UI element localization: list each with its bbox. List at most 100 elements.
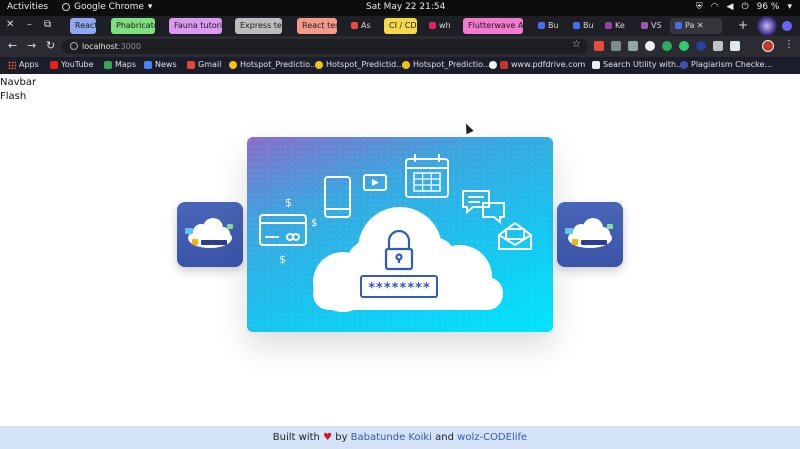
tab-vs[interactable]: VS bbox=[636, 18, 666, 34]
forward-arrow-icon[interactable]: → bbox=[27, 39, 36, 52]
restore-window-icon[interactable]: ⧉ bbox=[44, 19, 51, 30]
site-icon bbox=[351, 22, 358, 29]
tab-as[interactable]: As bbox=[346, 18, 376, 34]
profile-avatar[interactable] bbox=[762, 40, 774, 52]
vue-extension-icon[interactable] bbox=[628, 41, 638, 51]
app-menu[interactable]: Google Chrome ▾ bbox=[62, 2, 152, 12]
bookmark-label: www.pdfdrive.com bbox=[511, 60, 586, 69]
site-icon bbox=[605, 22, 612, 29]
extension-icon[interactable] bbox=[679, 41, 689, 51]
new-tab-plus-icon[interactable]: + bbox=[738, 18, 748, 32]
site-info-icon[interactable] bbox=[70, 42, 78, 50]
bookmark-label: Gmail bbox=[198, 60, 222, 69]
extensions-area bbox=[594, 41, 740, 51]
smiley-icon bbox=[229, 60, 237, 69]
tab-label: Pa bbox=[685, 21, 695, 30]
record-extension-icon[interactable] bbox=[645, 41, 655, 51]
kebab-menu-icon[interactable]: ⋮ bbox=[784, 39, 794, 50]
tab-label: As bbox=[361, 21, 371, 30]
close-tab-icon[interactable]: ✕ bbox=[697, 21, 704, 30]
wifi-icon: ◠ bbox=[710, 2, 719, 12]
cloud-lock-thumbnail-left[interactable] bbox=[177, 202, 243, 267]
chevron-down-icon: ▾ bbox=[787, 2, 792, 12]
extension-icon[interactable] bbox=[594, 41, 604, 51]
globe-icon bbox=[489, 60, 497, 69]
bookmark-search-utility[interactable]: Search Utility with... bbox=[592, 60, 684, 69]
tab-wh[interactable]: wh bbox=[424, 18, 454, 34]
tab-ke[interactable]: Ke bbox=[600, 18, 630, 34]
tab-bu-1[interactable]: Bu bbox=[533, 18, 563, 34]
tab-label: React test bbox=[302, 21, 337, 30]
puzzle-extensions-icon[interactable] bbox=[713, 41, 723, 51]
reload-icon[interactable]: ↻ bbox=[46, 39, 55, 52]
smiley-icon bbox=[315, 60, 323, 69]
reading-list-icon[interactable] bbox=[730, 41, 740, 51]
bookmark-hotspot-3[interactable]: Hotspot_Predictio... bbox=[402, 60, 490, 69]
tab-label: Flutterwave API bbox=[468, 21, 523, 30]
bookmark-star-icon[interactable]: ☆ bbox=[572, 39, 581, 50]
clock[interactable]: Sat May 22 21:54 bbox=[366, 2, 445, 12]
address-bar[interactable]: localhost:3000 bbox=[62, 39, 588, 54]
tab-fauna-tutorial[interactable]: Fauna tutorial bbox=[169, 18, 222, 34]
bookmark-news[interactable]: News bbox=[144, 60, 177, 69]
tab-label: CI / CD bbox=[389, 21, 417, 30]
gmail-icon bbox=[187, 60, 195, 69]
bookmark-youtube[interactable]: YouTube bbox=[50, 60, 94, 69]
bookmark-maps[interactable]: Maps bbox=[104, 60, 136, 69]
footer: Built with ♥ by Babatunde Koiki and wolz… bbox=[0, 426, 800, 449]
system-top-bar: Activities Google Chrome ▾ Sat May 22 21… bbox=[0, 0, 800, 16]
back-arrow-icon[interactable]: ← bbox=[8, 39, 17, 52]
pdf-icon bbox=[500, 60, 508, 69]
cloud-lock-icon bbox=[565, 218, 613, 248]
tab-search-icon[interactable] bbox=[782, 21, 792, 31]
doc-icon bbox=[538, 22, 545, 29]
activities-button[interactable]: Activities bbox=[7, 2, 48, 12]
hero-cloud-security-illustration: $ $ $ ******** bbox=[247, 137, 553, 332]
power-icon: ⏻ bbox=[741, 2, 749, 12]
bookmark-apps[interactable]: Apps bbox=[8, 60, 39, 69]
smiley-icon bbox=[402, 60, 410, 69]
close-window-icon[interactable]: ✕ bbox=[6, 19, 14, 30]
site-icon bbox=[641, 22, 648, 29]
toolbar: ← → ↻ localhost:3000 ☆ ⋮ bbox=[0, 36, 800, 57]
tab-react-test[interactable]: React test bbox=[297, 18, 337, 34]
tab-label: Ke bbox=[615, 21, 625, 30]
tab-ci-cd[interactable]: CI / CD bbox=[384, 18, 417, 34]
password-mask: ******** bbox=[368, 281, 431, 296]
site-icon bbox=[429, 22, 436, 29]
dollar-icon: $ bbox=[285, 196, 292, 209]
check-extension-icon[interactable] bbox=[696, 41, 706, 51]
bookmark-label: Plagiarism Checke... bbox=[691, 60, 773, 69]
system-tray[interactable]: ⛨ ◠ ◀ ⏻ 96 % ▾ bbox=[696, 2, 792, 12]
bookmark-plagiarism[interactable]: Plagiarism Checke... bbox=[680, 60, 772, 69]
maps-icon bbox=[104, 60, 112, 69]
bookmarks-bar: Apps YouTube Maps News Gmail Hotspot_Pre… bbox=[0, 57, 800, 74]
shield-icon: ⛨ bbox=[695, 2, 703, 12]
volume-icon: ◀ bbox=[726, 2, 734, 12]
tab-pa-active[interactable]: Pa ✕ bbox=[670, 18, 722, 34]
tab-phabricator[interactable]: Phabricator bbox=[111, 18, 155, 34]
author-link-wolz[interactable]: wolz-CODElife bbox=[457, 432, 527, 443]
cloud-lock-thumbnail-right[interactable] bbox=[557, 202, 623, 267]
tab-bu-2[interactable]: Bu bbox=[568, 18, 596, 34]
tab-react[interactable]: React bbox=[70, 18, 96, 34]
bookmark-gmail[interactable]: Gmail bbox=[187, 60, 221, 69]
author-link-babatunde[interactable]: Babatunde Koiki bbox=[351, 432, 432, 443]
tab-flutterwave-api[interactable]: Flutterwave API bbox=[463, 18, 523, 34]
tab-label: React bbox=[75, 21, 96, 30]
bookmark-pdfdrive[interactable]: www.pdfdrive.com bbox=[489, 60, 585, 69]
bookmark-hotspot-2[interactable]: Hotspot_Predictid... bbox=[315, 60, 404, 69]
tab-express-test[interactable]: Express test bbox=[235, 18, 282, 34]
bookmark-hotspot-1[interactable]: Hotspot_Predictio... bbox=[229, 60, 317, 69]
mouse-cursor bbox=[462, 121, 474, 135]
app-name: Google Chrome bbox=[74, 2, 144, 12]
heart-icon: ♥ bbox=[323, 432, 333, 443]
doc-icon bbox=[573, 22, 580, 29]
bookmark-label: YouTube bbox=[61, 60, 94, 69]
news-icon bbox=[144, 60, 152, 69]
infinity-icon bbox=[592, 60, 600, 69]
bookmark-label: Apps bbox=[19, 60, 39, 69]
minimize-window-icon[interactable]: – bbox=[27, 19, 32, 30]
shield-extension-icon[interactable] bbox=[611, 41, 621, 51]
grammar-extension-icon[interactable] bbox=[662, 41, 672, 51]
